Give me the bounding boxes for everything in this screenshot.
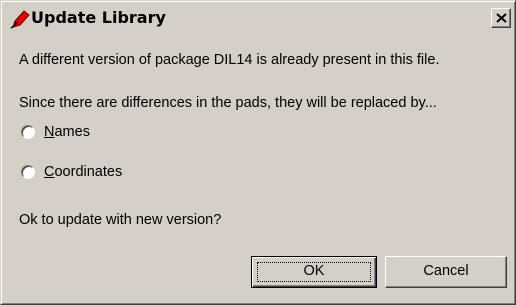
title-bar[interactable]: Update Library [3, 3, 513, 33]
ok-button[interactable]: OK [251, 256, 377, 288]
red-pen-icon [9, 9, 31, 29]
dialog-title: Update Library [31, 8, 166, 27]
radio-coordinates[interactable]: Coordinates [21, 163, 171, 183]
close-button[interactable] [491, 8, 511, 28]
radio-label-coordinates[interactable]: Coordinates [44, 163, 122, 181]
update-library-dialog: Update Library A different version of pa… [0, 0, 516, 305]
radio-button[interactable] [21, 165, 35, 179]
radio-button[interactable] [21, 125, 35, 139]
cancel-button[interactable]: Cancel [385, 256, 507, 288]
message-line-2: Since there are differences in the pads,… [19, 95, 437, 111]
radio-label-names[interactable]: Names [44, 123, 90, 141]
close-icon [496, 13, 507, 23]
cancel-label: Cancel [423, 263, 469, 279]
message-line-1: A different version of package DIL14 is … [19, 52, 440, 68]
ok-label: OK [303, 263, 325, 279]
radio-names[interactable]: Names [21, 123, 141, 143]
confirm-question: Ok to update with new version? [19, 212, 222, 228]
